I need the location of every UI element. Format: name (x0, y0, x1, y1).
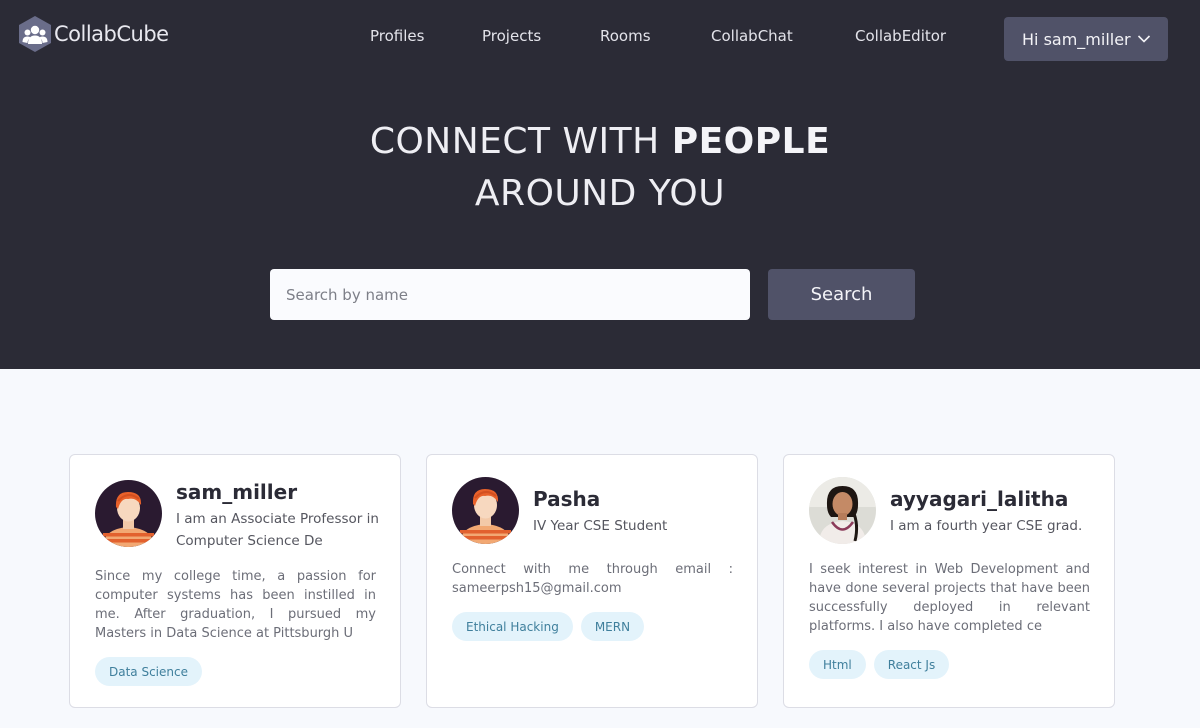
nav-rooms[interactable]: Rooms (600, 27, 651, 45)
nav-projects[interactable]: Projects (482, 27, 541, 45)
search-input[interactable] (270, 269, 750, 320)
collabcube-logo-icon (19, 16, 51, 52)
brand-name: CollabCube (54, 22, 169, 46)
hero-title-light: CONNECT WITH (369, 121, 660, 162)
profile-card[interactable]: Pasha IV Year CSE Student Connect with m… (426, 454, 758, 708)
skill-tag[interactable]: Data Science (95, 657, 202, 686)
profile-headline: IV Year CSE Student (533, 518, 668, 534)
nav-profiles[interactable]: Profiles (370, 27, 424, 45)
avatar (809, 477, 876, 544)
user-menu-button[interactable]: Hi sam_miller (1004, 17, 1168, 61)
avatar (95, 480, 162, 547)
avatar (452, 477, 519, 544)
tag-list: Ethical Hacking MERN (452, 612, 645, 641)
profile-headline: I am an Associate Professor in Computer … (176, 511, 379, 549)
skill-tag[interactable]: Html (809, 650, 866, 679)
user-greeting: Hi sam_miller (1022, 29, 1131, 49)
hero-title-line2: AROUND YOU (474, 173, 726, 214)
male-avatar-icon (95, 480, 162, 547)
tag-list: Data Science (95, 657, 202, 686)
tag-list: Html React Js (809, 650, 950, 679)
profile-name[interactable]: Pasha (533, 487, 600, 511)
profile-headline: I am a fourth year CSE grad. (890, 518, 1083, 534)
hero-section: CollabCube Profiles Projects Rooms Colla… (0, 0, 1200, 369)
nav-collabchat[interactable]: CollabChat (711, 27, 793, 45)
female-photo-avatar-icon (809, 477, 876, 544)
hero-title-bold: PEOPLE (671, 121, 831, 162)
skill-tag[interactable]: MERN (580, 612, 645, 641)
skill-tag[interactable]: Ethical Hacking (452, 612, 573, 641)
profile-card[interactable]: ayyagari_lalitha I am a fourth year CSE … (783, 454, 1115, 708)
hero-heading: CONNECT WITH PEOPLE AROUND YOU (0, 116, 1200, 220)
brand-logo[interactable]: CollabCube (17, 15, 169, 53)
skill-tag[interactable]: React Js (873, 650, 950, 679)
male-avatar-icon (452, 477, 519, 544)
profile-name[interactable]: sam_miller (176, 480, 297, 504)
profile-card[interactable]: sam_miller I am an Associate Professor i… (69, 454, 401, 708)
nav-collabeditor[interactable]: CollabEditor (855, 27, 946, 45)
search-button[interactable]: Search (768, 269, 915, 320)
chevron-down-icon (1137, 35, 1150, 43)
profile-bio: Connect with me through email : sameerps… (452, 562, 733, 596)
profile-bio: Since my college time, a passion for com… (95, 569, 376, 641)
profile-bio: I seek interest in Web Development and h… (809, 562, 1090, 634)
profile-name[interactable]: ayyagari_lalitha (890, 487, 1068, 511)
